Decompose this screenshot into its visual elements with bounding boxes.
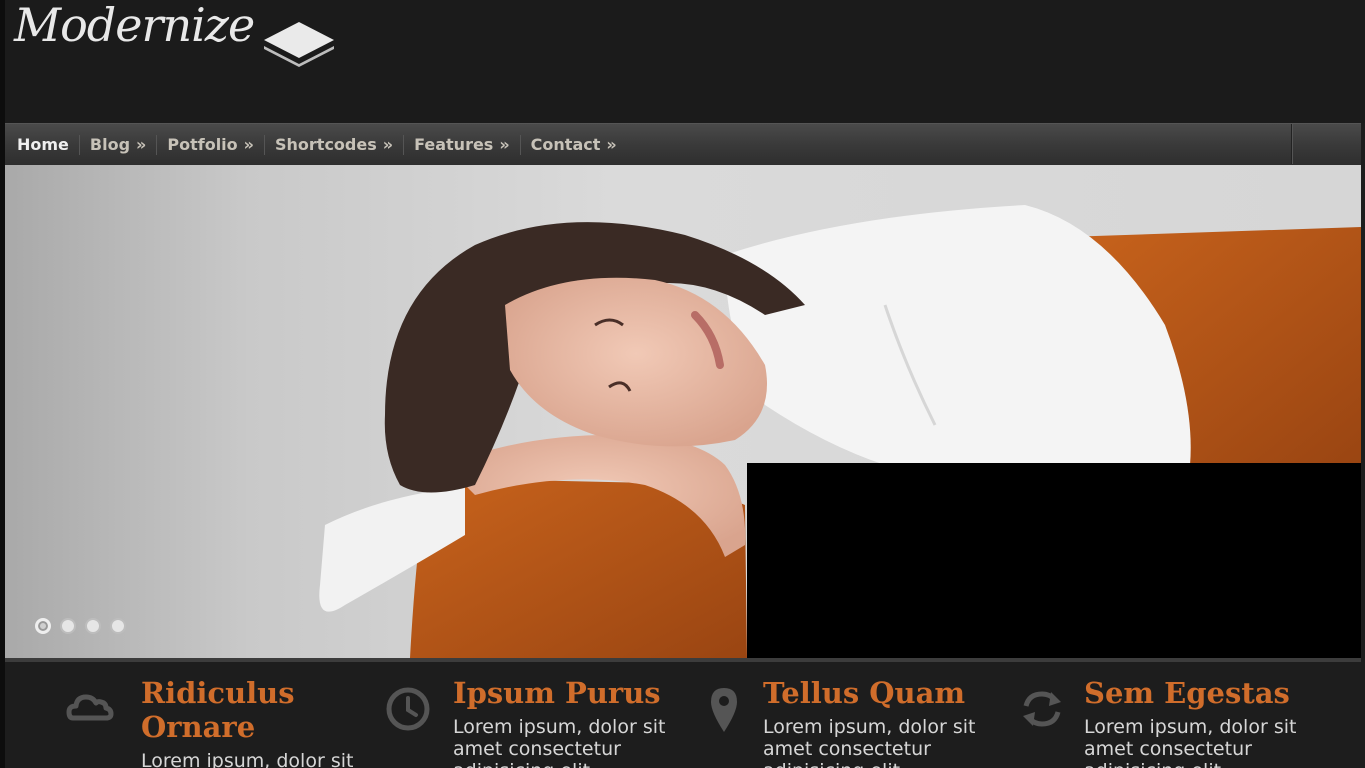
main-navigation: Home Blog » Potfolio » Shortcodes » Feat… xyxy=(5,123,1361,165)
nav-divider xyxy=(264,134,265,155)
hero-slider[interactable] xyxy=(5,165,1361,658)
nav-right-divider xyxy=(1291,124,1293,164)
slide-caption-box xyxy=(747,463,1361,658)
feature-text: Lorem ipsum, dolor sit amet consectetur … xyxy=(453,716,666,768)
nav-item-blog[interactable]: Blog » xyxy=(69,134,147,155)
feature-text: Lorem ipsum, dolor sit amet consectetur … xyxy=(763,716,976,768)
nav-item-label[interactable]: Features xyxy=(414,135,493,154)
nav-item-label[interactable]: Blog xyxy=(90,135,130,154)
site-logo[interactable]: Modernize xyxy=(14,0,255,52)
refresh-icon xyxy=(1023,691,1061,727)
slider-dot-3[interactable] xyxy=(85,618,101,634)
nav-item-label[interactable]: Home xyxy=(17,135,69,154)
feature-title: Ridiculus Ornare xyxy=(141,676,295,744)
feature-text: Lorem ipsum, dolor sit amet consectetur … xyxy=(1084,716,1297,768)
site-header: Modernize xyxy=(5,0,1365,123)
nav-item-contact[interactable]: Contact » xyxy=(510,134,617,155)
submenu-arrow-icon: » xyxy=(243,135,254,154)
nav-divider xyxy=(519,134,521,155)
submenu-arrow-icon: » xyxy=(499,135,510,154)
submenu-arrow-icon: » xyxy=(136,135,147,154)
nav-item-features[interactable]: Features » xyxy=(393,134,510,155)
slider-dot-1[interactable] xyxy=(35,618,51,634)
feature-title: Sem Egestas xyxy=(1084,676,1290,710)
nav-item-potfolio[interactable]: Potfolio » xyxy=(146,134,254,155)
submenu-arrow-icon: » xyxy=(382,135,394,154)
nav-item-label[interactable]: Contact xyxy=(531,135,601,154)
nav-item-shortcodes[interactable]: Shortcodes » xyxy=(254,134,394,155)
nav-item-label[interactable]: Shortcodes xyxy=(275,135,377,154)
slider-pagination xyxy=(35,618,126,634)
nav-divider xyxy=(78,134,80,155)
feature-title: Tellus Quam xyxy=(763,676,966,710)
feature-text: Lorem ipsum, dolor sit xyxy=(141,750,354,768)
nav-divider xyxy=(156,134,158,155)
nav-item-home[interactable]: Home xyxy=(17,135,69,154)
map-pin-icon xyxy=(711,688,737,732)
features-row: Ridiculus Ornare Lorem ipsum, dolor sit … xyxy=(5,662,1361,768)
nav-divider xyxy=(403,134,405,155)
submenu-arrow-icon: » xyxy=(606,135,617,154)
slider-dot-4[interactable] xyxy=(110,618,126,634)
slider-dot-2[interactable] xyxy=(60,618,76,634)
nav-item-label[interactable]: Potfolio xyxy=(167,135,237,154)
cloud-icon xyxy=(66,694,114,721)
clock-icon xyxy=(386,687,430,731)
feature-title: Ipsum Purus xyxy=(453,676,661,710)
layers-logo-icon xyxy=(264,22,334,67)
